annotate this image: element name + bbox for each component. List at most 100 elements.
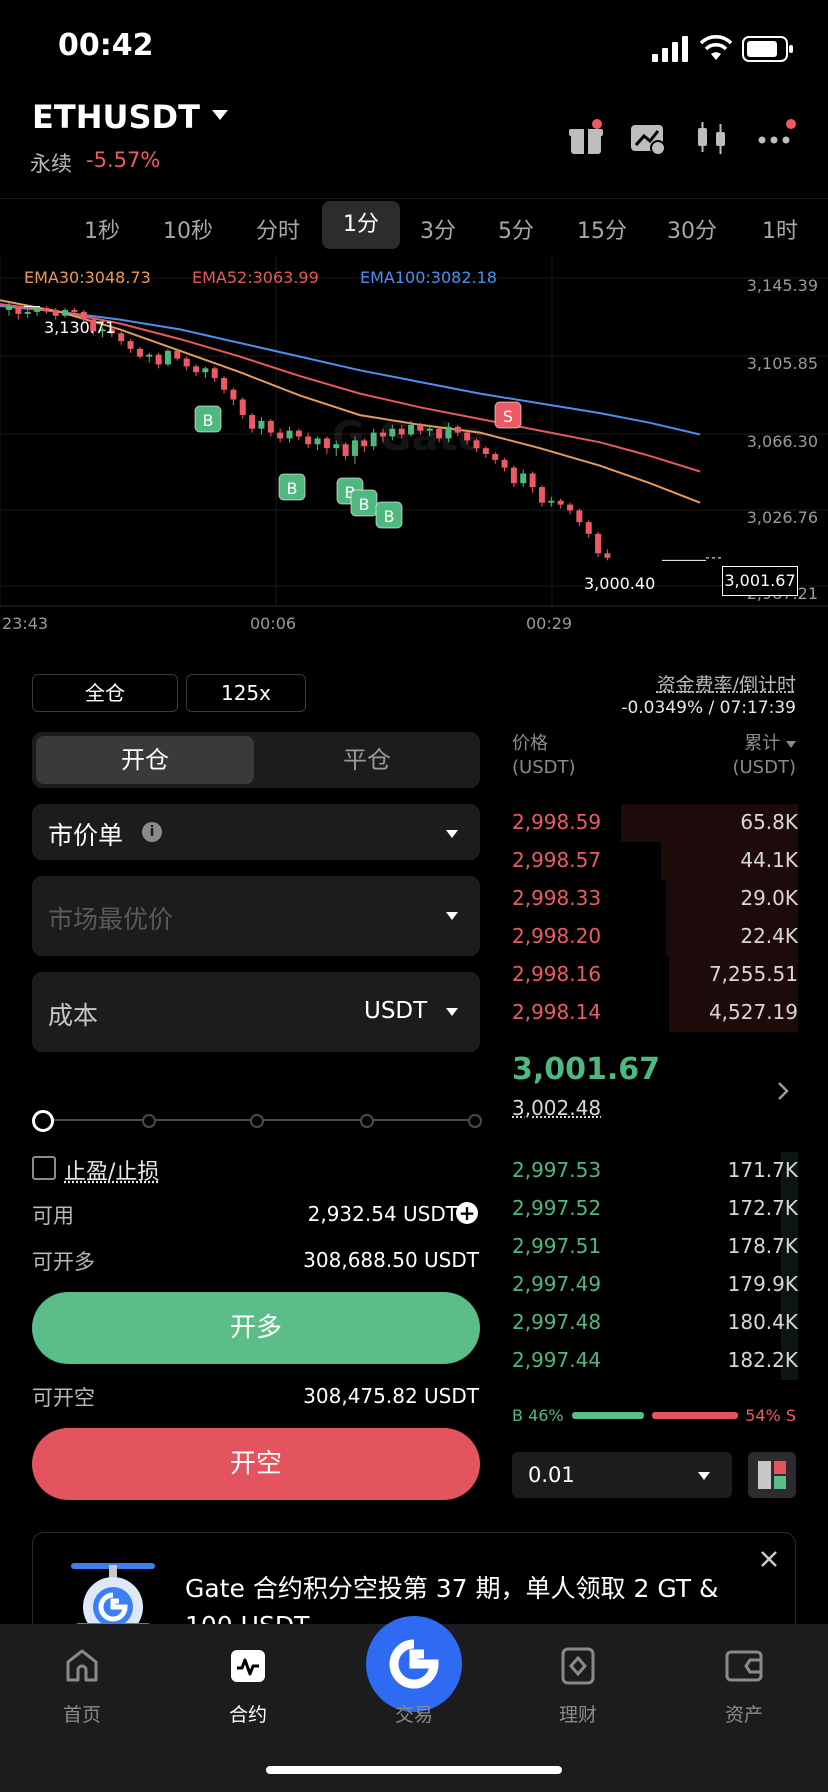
home-icon[interactable] [62, 1646, 102, 1686]
orderbook-qty: 22.4K [740, 924, 798, 948]
max-short-value: 308,475.82 USDT [303, 1384, 479, 1408]
order-type-select[interactable]: 市价单 i [32, 804, 480, 860]
wifi-icon [700, 35, 732, 60]
tab-1m[interactable]: 1分 [322, 201, 400, 249]
orderbook-row[interactable]: 2,998.33 29.0K [512, 880, 798, 918]
slider-step[interactable] [360, 1114, 374, 1128]
orderbook-row[interactable]: 2,998.16 7,255.51 [512, 956, 798, 994]
symbol-title[interactable]: ETHUSDT [32, 98, 200, 136]
orderbook-row[interactable]: 2,997.44 182.2K [512, 1342, 798, 1380]
tab-10s[interactable]: 10秒 [152, 213, 224, 245]
orderbook-row[interactable]: 2,997.53 171.7K [512, 1152, 798, 1190]
candle-body [520, 473, 527, 484]
buy-marker[interactable]: B [194, 405, 222, 433]
candle-body [538, 487, 545, 503]
orderbook-row[interactable]: 2,997.48 180.4K [512, 1304, 798, 1342]
open-short-button[interactable]: 开空 [32, 1428, 480, 1500]
candle-body [164, 350, 171, 365]
sell-ratio-bar [652, 1412, 738, 1419]
candle-body [342, 444, 349, 456]
amount-field[interactable]: 成本 USDT [32, 972, 480, 1052]
candle-body [314, 438, 321, 445]
y-axis-label: 3,145.39 [746, 276, 818, 295]
chevron-down-icon[interactable] [212, 110, 228, 120]
trade-fab-button[interactable] [366, 1616, 462, 1712]
tab-close-position[interactable]: 平仓 [258, 736, 476, 784]
futures-icon[interactable] [228, 1646, 268, 1686]
nav-trade[interactable]: 交易 [364, 1700, 464, 1727]
open-long-button[interactable]: 开多 [32, 1292, 480, 1364]
add-funds-icon[interactable]: + [456, 1202, 478, 1224]
candlestick-icon[interactable] [692, 118, 732, 158]
gift-icon[interactable] [566, 118, 606, 158]
amount-slider-thumb[interactable] [32, 1110, 54, 1132]
battery-icon [742, 36, 793, 62]
marker-label: B [359, 495, 370, 514]
kline-chart[interactable]: G Gate BBBBBS [0, 256, 828, 636]
orderbook-price: 2,997.49 [512, 1272, 602, 1296]
banner-text-line1: Gate 合约积分空投第 37 期，单人领取 2 GT & [185, 1574, 719, 1603]
tpsl-label[interactable]: 止盈/止损 [64, 1154, 159, 1186]
tab-3m[interactable]: 3分 [406, 213, 470, 245]
amount-unit[interactable]: USDT [364, 998, 427, 1024]
nav-home[interactable]: 首页 [32, 1700, 132, 1727]
slider-step[interactable] [250, 1114, 264, 1128]
orderbook-qty: 172.7K [727, 1196, 798, 1220]
orderbook-qty-header[interactable]: 累计 (USDT) [732, 732, 796, 780]
nav-futures[interactable]: 合约 [198, 1700, 298, 1727]
ema100-label: EMA100:3082.18 [360, 268, 497, 287]
orderbook-layout-button[interactable] [748, 1452, 796, 1498]
chart-settings-icon[interactable] [628, 118, 668, 158]
buy-marker[interactable]: B [278, 473, 306, 501]
buy-marker[interactable]: B [350, 489, 378, 517]
status-time: 00:42 [58, 28, 154, 63]
layout-icon [758, 1461, 786, 1489]
candle-body [15, 307, 22, 314]
wallet-icon[interactable] [724, 1646, 764, 1686]
tab-30m[interactable]: 30分 [656, 213, 728, 245]
orderbook-row[interactable]: 2,997.49 179.9K [512, 1266, 798, 1304]
candle-body [585, 522, 592, 534]
mark-price[interactable]: 3,002.48 [512, 1096, 601, 1120]
candle-body [473, 440, 480, 449]
margin-mode-button[interactable]: 全仓 [32, 674, 178, 712]
sell-marker[interactable]: S [494, 401, 522, 429]
tab-15m[interactable]: 15分 [566, 213, 638, 245]
orderbook-qty: 179.9K [727, 1272, 798, 1296]
tab-1h[interactable]: 1时 [748, 213, 812, 245]
nav-earn[interactable]: 理财 [528, 1700, 628, 1727]
x-axis-label: 00:29 [526, 614, 573, 633]
orderbook-row[interactable]: 2,998.59 65.8K [512, 804, 798, 842]
buy-ratio: B 46% [512, 1406, 564, 1425]
tab-time-sharing[interactable]: 分时 [244, 213, 312, 245]
buy-marker[interactable]: B [375, 501, 403, 529]
close-icon[interactable] [759, 1549, 779, 1569]
funding-rate-label[interactable]: 资金费率/倒计时 [657, 670, 796, 697]
candle-body [445, 426, 452, 439]
slider-step[interactable] [142, 1114, 156, 1128]
slider-step[interactable] [468, 1114, 482, 1128]
nav-assets[interactable]: 资产 [694, 1700, 794, 1727]
candle-body [548, 500, 555, 503]
orderbook-row[interactable]: 2,997.52 172.7K [512, 1190, 798, 1228]
more-icon[interactable] [756, 118, 796, 158]
orderbook-price: 2,997.51 [512, 1234, 602, 1258]
chevron-right-icon[interactable] [776, 1080, 790, 1102]
price-field[interactable]: 市场最优价 [32, 876, 480, 956]
earn-icon[interactable] [558, 1646, 598, 1686]
leverage-button[interactable]: 125x [186, 674, 306, 712]
price-header: 价格 [512, 733, 548, 754]
orderbook-row[interactable]: 2,998.20 22.4K [512, 918, 798, 956]
info-icon[interactable]: i [142, 822, 162, 842]
tab-5m[interactable]: 5分 [484, 213, 548, 245]
precision-select[interactable]: 0.01 [512, 1452, 732, 1498]
candle-body [62, 309, 69, 316]
candle-body [146, 354, 153, 357]
orderbook-row[interactable]: 2,998.57 44.1K [512, 842, 798, 880]
tab-1s[interactable]: 1秒 [70, 213, 134, 245]
orderbook-row[interactable]: 2,997.51 178.7K [512, 1228, 798, 1266]
candle-body [361, 440, 368, 447]
tpsl-checkbox[interactable] [32, 1156, 56, 1180]
tab-open-position[interactable]: 开仓 [36, 736, 254, 784]
orderbook-row[interactable]: 2,998.14 4,527.19 [512, 994, 798, 1032]
